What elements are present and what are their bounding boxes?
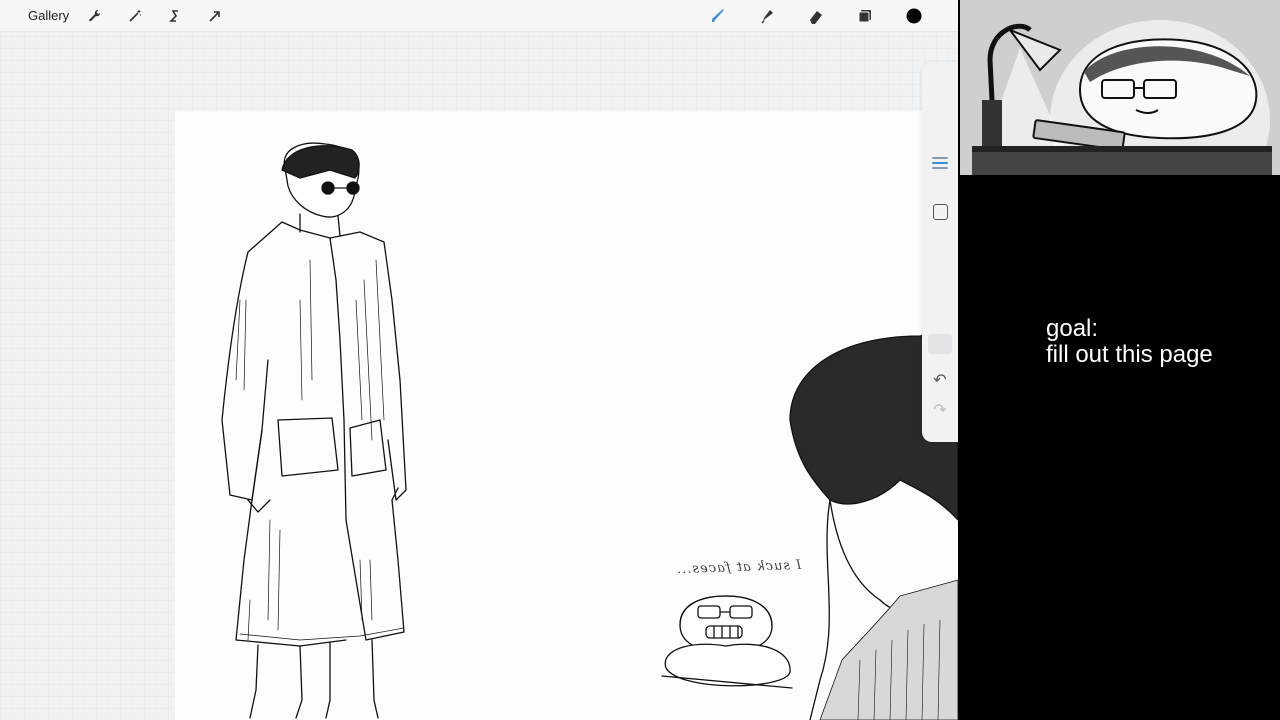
goal-panel: goal: fill out this page bbox=[960, 176, 1280, 720]
goal-label: goal: bbox=[1046, 315, 1099, 342]
goal-text: fill out this page bbox=[1046, 341, 1213, 368]
opacity-slider[interactable] bbox=[928, 334, 952, 354]
brush-icon[interactable] bbox=[708, 6, 728, 26]
streamer-camera-illustration bbox=[960, 0, 1280, 175]
procreate-app: Gallery I suck at faces... ↶ ↷ bbox=[0, 0, 958, 720]
gallery-button[interactable]: Gallery bbox=[20, 8, 77, 23]
wrench-icon[interactable] bbox=[84, 6, 104, 26]
top-toolbar: Gallery bbox=[0, 0, 958, 32]
smudge-icon[interactable] bbox=[757, 6, 777, 26]
selection-s-icon[interactable] bbox=[165, 6, 185, 26]
drawing-canvas[interactable] bbox=[175, 111, 958, 720]
arrow-cursor-icon[interactable] bbox=[205, 6, 225, 26]
undo-icon[interactable]: ↶ bbox=[930, 370, 950, 389]
layers-icon[interactable] bbox=[855, 6, 875, 26]
magic-wand-icon[interactable] bbox=[125, 6, 145, 26]
brush-size-slider[interactable] bbox=[930, 154, 950, 178]
color-swatch[interactable] bbox=[904, 6, 924, 26]
brush-sidebar: ↶ ↷ bbox=[922, 62, 958, 442]
redo-icon[interactable]: ↷ bbox=[930, 400, 950, 419]
modify-button[interactable] bbox=[933, 204, 948, 220]
eraser-icon[interactable] bbox=[806, 6, 826, 26]
